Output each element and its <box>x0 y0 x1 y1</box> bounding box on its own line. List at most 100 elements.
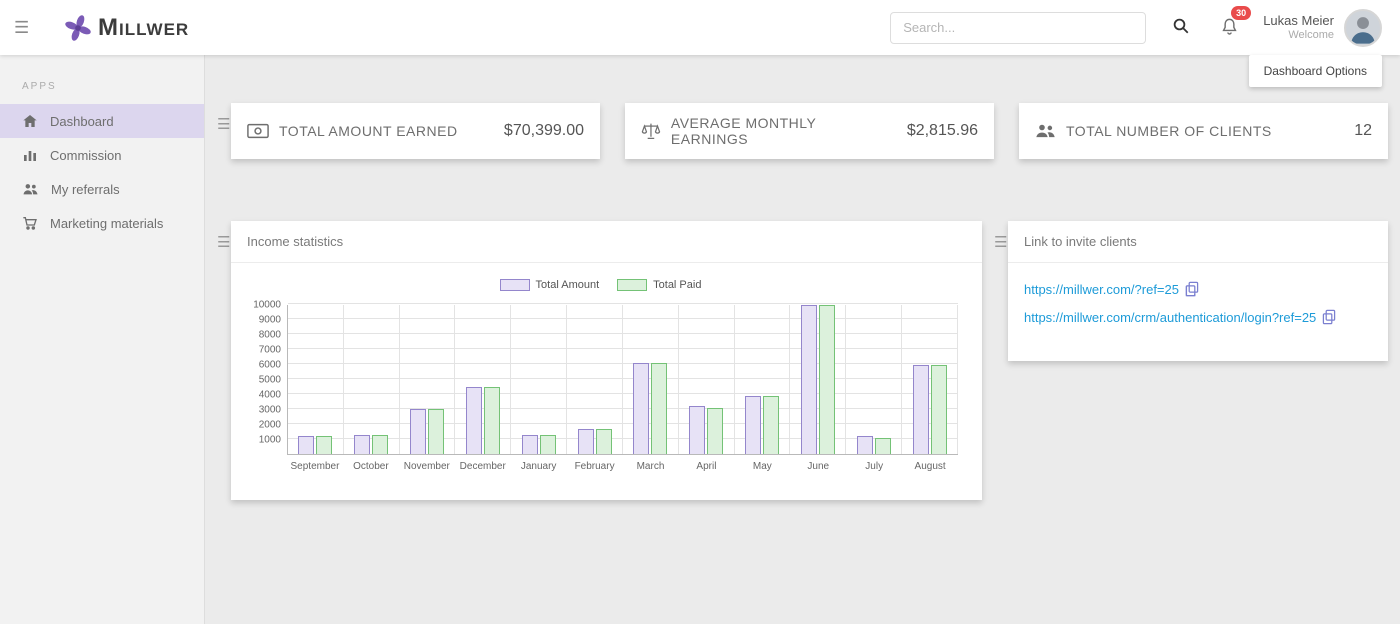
x-tick-label: April <box>678 461 734 472</box>
copy-icon[interactable] <box>1185 281 1199 297</box>
bar-total-paid <box>931 365 947 454</box>
avatar-person-icon <box>1346 11 1380 45</box>
bar-total-amount <box>298 436 314 454</box>
dashboard-options-button[interactable]: Dashboard Options <box>1249 55 1382 87</box>
user-welcome: Welcome <box>1263 29 1334 43</box>
gridline <box>288 303 958 304</box>
bar-total-paid <box>540 435 556 454</box>
user-name: Lukas Meier <box>1263 13 1334 29</box>
copy-icon[interactable] <box>1322 309 1336 325</box>
bar-total-paid <box>428 409 444 454</box>
drag-handle[interactable]: ☰ <box>217 103 231 132</box>
sidebar-item-dashboard[interactable]: Dashboard <box>0 104 204 138</box>
bar-total-amount <box>801 305 817 454</box>
legend-label: Total Paid <box>653 279 701 291</box>
legend-swatch <box>500 279 530 291</box>
y-tick-label: 9000 <box>259 315 281 326</box>
logo-text: Millwer <box>98 14 189 42</box>
chart-bar-group <box>455 305 511 454</box>
invite-link-login[interactable]: https://millwer.com/crm/authentication/l… <box>1024 310 1316 325</box>
legend-item: Total Amount <box>500 279 600 291</box>
stats-widget: ☰ Total amount earned $70,399.00 Average <box>217 103 1388 159</box>
bar-total-amount <box>689 406 705 454</box>
bar-total-amount <box>913 365 929 454</box>
bar-total-amount <box>745 396 761 454</box>
x-tick-label: August <box>902 461 958 472</box>
search-button[interactable] <box>1168 13 1194 42</box>
chart-legend: Total Amount Total Paid <box>243 279 958 291</box>
bar-total-amount <box>466 387 482 454</box>
topbar: ☰ Millwer 30 Lukas Meier Welcome <box>0 0 1400 55</box>
drag-handle[interactable]: ☰ <box>994 221 1008 361</box>
chart-bar-group <box>344 305 400 454</box>
chart-bar-group <box>902 305 958 454</box>
income-chart: 1000200030004000500060007000800090001000… <box>243 305 958 455</box>
chart-bar-group <box>623 305 679 454</box>
stat-value: $70,399.00 <box>504 122 584 140</box>
y-tick-label: 4000 <box>259 390 281 401</box>
stat-label: Total number of clients <box>1066 123 1272 139</box>
bar-total-paid <box>316 436 332 454</box>
sidebar-section-label: APPS <box>0 73 204 104</box>
x-tick-label: February <box>567 461 623 472</box>
x-tick-label: May <box>734 461 790 472</box>
bar-total-paid <box>707 408 723 454</box>
invite-card-title: Link to invite clients <box>1008 221 1388 263</box>
bar-total-amount <box>857 436 873 454</box>
x-tick-label: March <box>623 461 679 472</box>
bar-total-paid <box>372 435 388 454</box>
chart-bar-group <box>790 305 846 454</box>
y-tick-label: 1000 <box>259 435 281 446</box>
sidebar-item-label: My referrals <box>51 182 120 197</box>
sidebar-item-marketing-materials[interactable]: Marketing materials <box>0 206 204 240</box>
stat-label: Average monthly earnings <box>671 115 897 147</box>
sidebar-item-my-referrals[interactable]: My referrals <box>0 172 204 206</box>
legend-label: Total Amount <box>536 279 600 291</box>
users-icon <box>22 181 39 197</box>
invite-link-short[interactable]: https://millwer.com/?ref=25 <box>1024 282 1179 297</box>
x-tick-label: December <box>455 461 511 472</box>
avatar[interactable] <box>1344 9 1382 47</box>
logo[interactable]: Millwer <box>64 14 189 42</box>
user-block: Lukas Meier Welcome <box>1263 13 1334 43</box>
search-icon <box>1172 17 1190 35</box>
stat-value: 12 <box>1354 122 1372 140</box>
bar-total-paid <box>651 363 667 454</box>
x-tick-label: November <box>399 461 455 472</box>
stat-label: Total amount earned <box>279 123 458 139</box>
menu-toggle-icon[interactable]: ☰ <box>14 18 38 38</box>
bar-total-amount <box>522 435 538 454</box>
sidebar-item-commission[interactable]: Commission <box>0 138 204 172</box>
chart-x-labels: SeptemberOctoberNovemberDecemberJanuaryF… <box>287 461 958 472</box>
bar-chart-icon <box>22 147 38 163</box>
sidebar-item-label: Dashboard <box>50 114 114 129</box>
bar-total-amount <box>354 435 370 454</box>
legend-item: Total Paid <box>617 279 701 291</box>
x-tick-label: June <box>790 461 846 472</box>
chart-y-axis: 1000200030004000500060007000800090001000… <box>243 305 287 455</box>
bar-total-paid <box>875 438 891 454</box>
drag-handle[interactable]: ☰ <box>217 221 231 500</box>
notification-badge: 30 <box>1231 6 1251 20</box>
sidebar-item-label: Marketing materials <box>50 216 163 231</box>
y-tick-label: 2000 <box>259 420 281 431</box>
chart-groups <box>288 305 958 454</box>
y-tick-label: 6000 <box>259 360 281 371</box>
y-tick-label: 7000 <box>259 345 281 356</box>
search-input[interactable] <box>890 12 1146 44</box>
notifications-button[interactable]: 30 <box>1216 13 1243 43</box>
sidebar: APPS Dashboard Commission My referrals <box>0 55 205 624</box>
bar-total-amount <box>633 363 649 454</box>
x-tick-label: January <box>511 461 567 472</box>
bar-total-paid <box>763 396 779 454</box>
main-content: ☰ Total amount earned $70,399.00 Average <box>205 55 1400 624</box>
chart-bar-group <box>567 305 623 454</box>
bar-total-paid <box>819 305 835 454</box>
invite-clients-widget: ☰ Link to invite clients https://millwer… <box>994 221 1388 361</box>
chart-bar-group <box>735 305 791 454</box>
y-tick-label: 8000 <box>259 330 281 341</box>
stat-card-total-clients: Total number of clients 12 <box>1019 103 1388 159</box>
stat-card-average-monthly: Average monthly earnings $2,815.96 <box>625 103 994 159</box>
users-group-icon <box>1035 123 1056 139</box>
cart-icon <box>22 215 38 231</box>
